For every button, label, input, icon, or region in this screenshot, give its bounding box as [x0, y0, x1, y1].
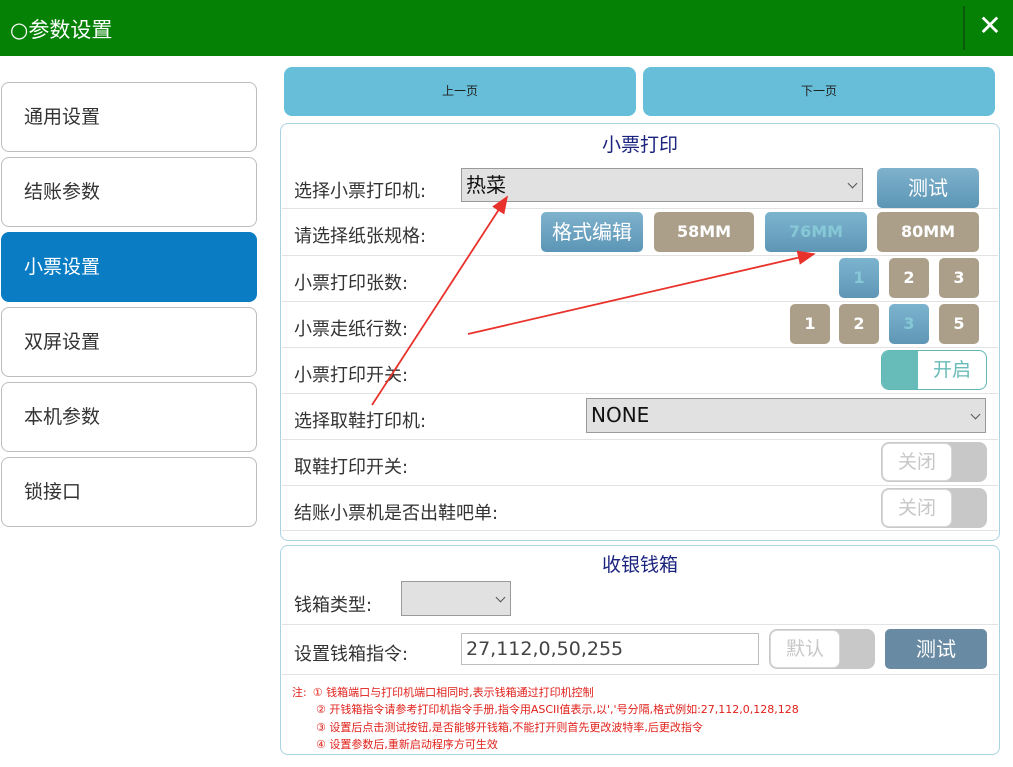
- divider: [282, 624, 998, 625]
- feed-option-3[interactable]: 3: [889, 304, 929, 344]
- cashbox-test-button[interactable]: 测试: [885, 629, 987, 669]
- print-switch-label: 小票打印开关:: [294, 365, 409, 386]
- cashbox-command-label: 设置钱箱指令:: [294, 644, 409, 665]
- copies-option-2[interactable]: 2: [889, 258, 929, 298]
- note-line: ② 开钱箱指令请参考打印机指令手册,指令用ASCII值表示,以','号分隔,格式…: [316, 703, 799, 717]
- feed-option-2[interactable]: 2: [839, 304, 879, 344]
- printer-select-value: 热菜: [466, 173, 506, 197]
- printer-select[interactable]: 热菜: [461, 168, 863, 202]
- bar-slip-label: 结账小票机是否出鞋吧单:: [294, 503, 499, 524]
- sidebar-item-general[interactable]: 通用设置: [1, 82, 257, 152]
- chevron-down-icon: [970, 409, 981, 419]
- title-bar: ○参数设置 ✕: [0, 0, 1013, 56]
- shoe-switch-label: 取鞋打印开关:: [294, 457, 409, 478]
- divider: [282, 255, 998, 256]
- shoe-printer-label: 选择取鞋打印机:: [294, 411, 427, 432]
- chevron-down-icon: [847, 178, 858, 189]
- copies-option-3[interactable]: 3: [939, 258, 979, 298]
- divider: [282, 301, 998, 302]
- print-switch-toggle[interactable]: 开启: [881, 350, 987, 390]
- cashbox-type-select[interactable]: [401, 581, 511, 616]
- note-line: ① 钱箱端口与打印机端口相同时,表示钱箱通过打印机控制: [312, 686, 594, 699]
- printer-label: 选择小票打印机:: [294, 181, 427, 202]
- divider: [282, 530, 998, 531]
- next-page-button[interactable]: 下一页: [643, 67, 995, 116]
- divider: [282, 393, 998, 394]
- toggle-text: 关闭: [882, 489, 952, 527]
- chevron-down-icon: [495, 592, 506, 602]
- divider: [282, 485, 998, 486]
- sidebar-item-dual-screen[interactable]: 双屏设置: [1, 307, 257, 377]
- note-line: ④ 设置参数后,重新启动程序方可生效: [316, 737, 498, 751]
- cashbox-command-input[interactable]: 27,112,0,50,255: [461, 633, 759, 665]
- note-line: ③ 设置后点击测试按钮,是否能够开钱箱,不能打开则首先更改波特率,后更改指令: [316, 720, 703, 734]
- toggle-text: 默认: [770, 630, 840, 668]
- feed-option-1[interactable]: 1: [790, 304, 830, 344]
- divider: [282, 208, 998, 209]
- prev-page-button[interactable]: 上一页: [284, 67, 636, 116]
- receipt-panel-title: 小票打印: [601, 134, 678, 156]
- bar-slip-toggle[interactable]: 关闭: [881, 488, 987, 528]
- copies-option-1[interactable]: 1: [839, 258, 879, 298]
- window-title: ○参数设置: [10, 18, 113, 42]
- format-edit-button[interactable]: 格式编辑: [541, 212, 643, 252]
- printer-test-button[interactable]: 测试: [877, 168, 979, 208]
- shoe-printer-select-value: NONE: [591, 403, 650, 427]
- feed-option-5[interactable]: 5: [939, 304, 979, 344]
- divider: [282, 439, 998, 440]
- cashbox-type-label: 钱箱类型:: [294, 595, 373, 616]
- sidebar-item-checkout[interactable]: 结账参数: [1, 157, 257, 227]
- divider: [282, 347, 998, 348]
- sidebar-item-lock-interface[interactable]: 锁接口: [1, 457, 257, 527]
- cashbox-panel-title: 收银钱箱: [601, 554, 678, 576]
- sidebar-item-receipt[interactable]: 小票设置: [1, 232, 257, 302]
- paper-76mm-button[interactable]: 76MM: [765, 212, 867, 252]
- toggle-text: 关闭: [882, 443, 952, 481]
- notes-prefix: 注:: [292, 686, 307, 699]
- shoe-switch-toggle[interactable]: 关闭: [881, 442, 987, 482]
- cashbox-default-toggle[interactable]: 默认: [769, 629, 875, 669]
- paper-size-label: 请选择纸张规格:: [294, 226, 427, 247]
- notes-block: 注: ① 钱箱端口与打印机端口相同时,表示钱箱通过打印机控制 ② 开钱箱指令请参考…: [292, 684, 992, 753]
- title-separator: [963, 6, 965, 50]
- shoe-printer-select[interactable]: NONE: [586, 398, 986, 433]
- toggle-knob: [882, 351, 918, 389]
- paper-80mm-button[interactable]: 80MM: [877, 212, 979, 252]
- divider: [282, 674, 998, 675]
- copies-label: 小票打印张数:: [294, 273, 409, 294]
- close-icon[interactable]: ✕: [976, 10, 1004, 42]
- paper-58mm-button[interactable]: 58MM: [654, 212, 754, 252]
- toggle-text: 开启: [932, 359, 971, 381]
- feed-lines-label: 小票走纸行数:: [294, 319, 409, 340]
- sidebar-item-local[interactable]: 本机参数: [1, 382, 257, 452]
